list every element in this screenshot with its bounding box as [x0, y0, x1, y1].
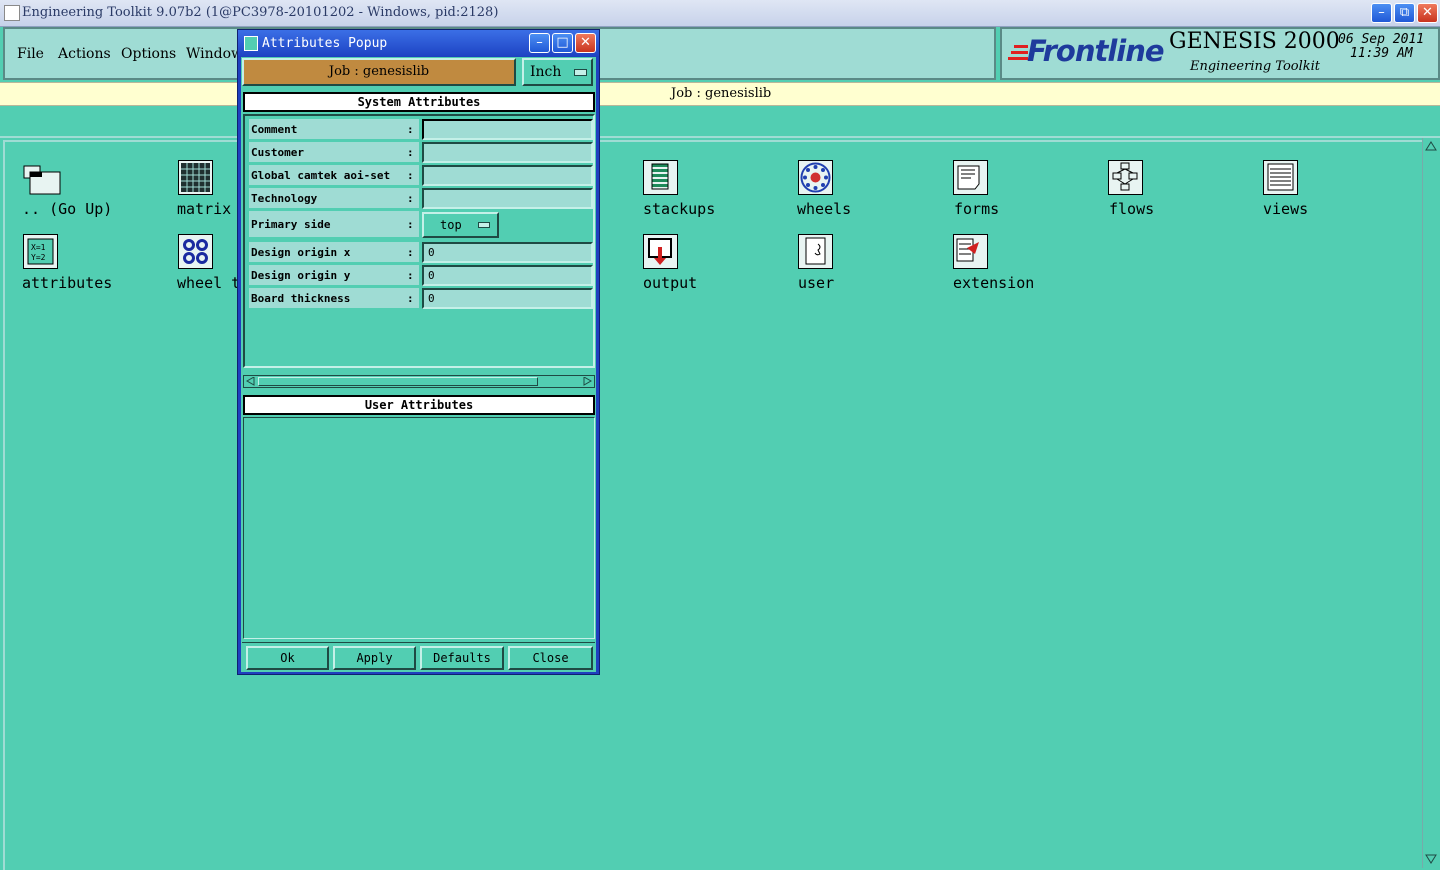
restore-icon[interactable]: ⧉	[1394, 3, 1415, 23]
origin-x-field[interactable]: 0	[422, 242, 593, 263]
entity-label: user	[798, 274, 835, 292]
svg-text:Y=2: Y=2	[31, 253, 46, 262]
menu-file[interactable]: File	[17, 46, 44, 62]
brand-name: Frontline	[1027, 34, 1165, 68]
entity-label: wheels	[797, 200, 852, 218]
close-button[interactable]: Close	[508, 646, 593, 670]
attr-label-technology: Technology:	[249, 188, 419, 209]
entity-label: output	[643, 274, 698, 292]
entity-label: attributes	[22, 274, 113, 292]
app-icon	[4, 5, 20, 21]
close-icon[interactable]: ✕	[1417, 3, 1438, 23]
attr-label-primary-side: Primary side:	[249, 211, 419, 238]
stackup-icon	[643, 160, 678, 195]
chevron-down-icon	[574, 69, 587, 76]
window-title-bar[interactable]: Engineering Toolkit 9.07b2 (1@PC3978-201…	[0, 0, 1440, 27]
time-display: 11:39 AM	[1350, 46, 1413, 61]
attr-label-aoi-set: Global camtek aoi-set:	[249, 165, 419, 186]
job-bar-text: Job : genesislib	[671, 86, 772, 101]
attr-label-customer: Customer:	[249, 142, 419, 163]
apply-button[interactable]: Apply	[333, 646, 416, 670]
attr-label-origin-y: Design origin y:	[249, 265, 419, 286]
job-button[interactable]: Job : genesislib	[242, 58, 516, 86]
attributes-popup[interactable]: Attributes Popup – □ ✕ Job : genesislib …	[237, 29, 600, 675]
matrix-grid-icon	[178, 160, 213, 195]
output-icon	[643, 234, 678, 269]
entity-label: extension	[953, 274, 1035, 292]
popup-app-icon	[244, 36, 258, 51]
chevron-down-icon	[478, 222, 490, 228]
entity-label: stackups	[643, 200, 716, 218]
origin-y-field[interactable]: 0	[422, 265, 593, 286]
attributes-icon: X=1 Y=2	[23, 234, 58, 269]
wheel-icon	[798, 160, 833, 195]
entity-browser	[3, 140, 1424, 870]
flow-icon	[1108, 160, 1143, 195]
user-icon	[798, 234, 833, 269]
window-title: Engineering Toolkit 9.07b2 (1@PC3978-201…	[22, 5, 499, 20]
svg-text:X=1: X=1	[31, 243, 46, 252]
horizontal-scrollbar[interactable]	[243, 375, 595, 388]
defaults-button[interactable]: Defaults	[420, 646, 504, 670]
toolbar-strip	[0, 106, 1440, 138]
folder-up-icon	[23, 165, 61, 195]
form-icon	[953, 160, 988, 195]
product-subtitle: Engineering Toolkit	[1190, 59, 1321, 74]
menu-options[interactable]: Options	[121, 46, 176, 62]
primary-side-dropdown[interactable]: top	[422, 212, 499, 238]
popup-minimize-icon[interactable]: –	[529, 33, 550, 53]
board-thickness-field[interactable]: 0	[422, 288, 593, 309]
popup-title: Attributes Popup	[262, 36, 388, 51]
popup-maximize-icon[interactable]: □	[552, 33, 573, 53]
view-list-icon	[1263, 160, 1298, 195]
popup-close-icon[interactable]: ✕	[575, 33, 596, 53]
units-dropdown[interactable]: Inch	[522, 58, 593, 86]
extension-icon	[953, 234, 988, 269]
entity-label: wheel t	[177, 274, 241, 292]
entity-label: matrix	[177, 200, 232, 218]
scroll-up-arrow-icon[interactable]	[1425, 141, 1437, 151]
menu-actions[interactable]: Actions	[58, 46, 111, 62]
comment-field[interactable]	[422, 119, 593, 140]
scroll-down-arrow-icon[interactable]	[1425, 854, 1437, 864]
frontline-logo-icon	[1008, 45, 1028, 60]
popup-title-bar[interactable]: Attributes Popup – □ ✕	[238, 30, 599, 56]
user-attributes-list	[243, 417, 595, 639]
logo-panel: Frontline GENESIS 2000 Engineering Toolk…	[1000, 27, 1440, 80]
ok-button[interactable]: Ok	[246, 646, 329, 670]
system-attributes-header: System Attributes	[243, 92, 595, 112]
scroll-left-arrow-icon[interactable]	[246, 377, 255, 386]
popup-body: Job : genesislib Inch System Attributes …	[241, 57, 596, 672]
entity-label: views	[1263, 200, 1309, 218]
customer-field[interactable]	[422, 142, 593, 163]
minimize-icon[interactable]: –	[1371, 3, 1392, 23]
menu-window[interactable]: Window	[186, 46, 243, 62]
wheel-template-icon	[178, 234, 213, 269]
entity-label: .. (Go Up)	[22, 200, 113, 218]
aoi-set-field[interactable]	[422, 165, 593, 186]
units-value: Inch	[530, 64, 562, 80]
product-name: GENESIS 2000	[1169, 29, 1340, 54]
scroll-right-arrow-icon[interactable]	[583, 377, 592, 386]
attr-label-origin-x: Design origin x:	[249, 242, 419, 263]
scroll-thumb[interactable]	[258, 377, 538, 386]
date-display: 06 Sep 2011	[1338, 32, 1425, 47]
entity-label: forms	[954, 200, 1000, 218]
vertical-scrollbar[interactable]	[1422, 138, 1439, 868]
attr-label-comment: Comment:	[249, 119, 419, 140]
attr-label-board-thickness: Board thickness:	[249, 288, 419, 309]
entity-label: flows	[1109, 200, 1155, 218]
primary-side-value: top	[440, 218, 462, 232]
user-attributes-header: User Attributes	[243, 395, 595, 415]
technology-field[interactable]	[422, 188, 593, 209]
job-bar: Job : genesislib	[0, 82, 1440, 106]
